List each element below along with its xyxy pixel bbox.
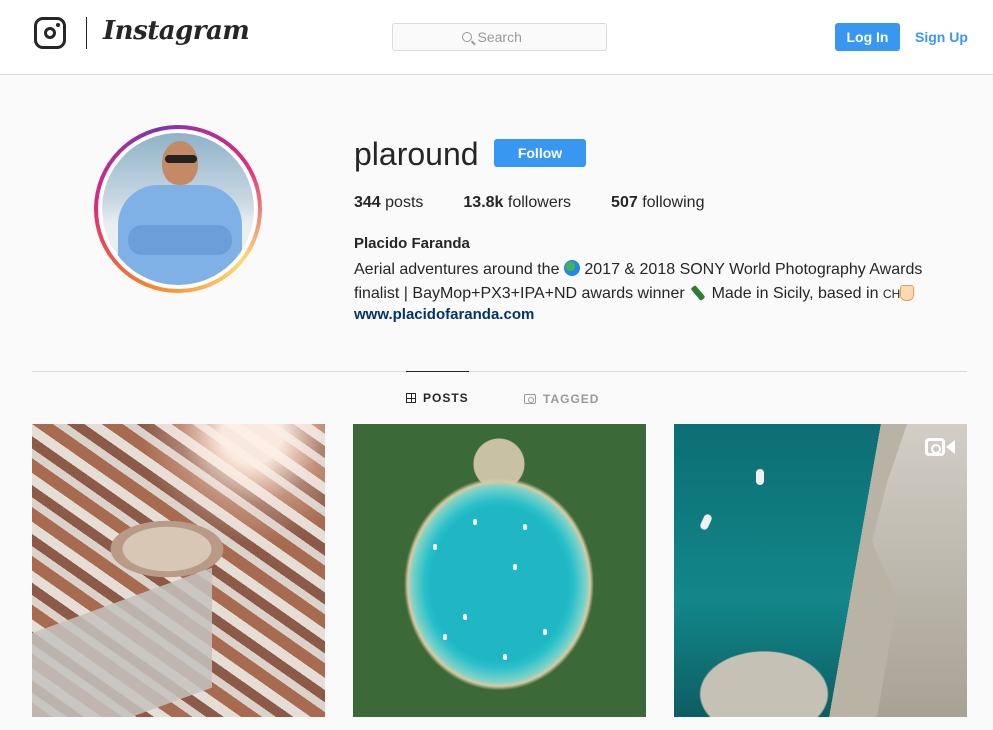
instagram-camera-icon[interactable] <box>34 17 66 49</box>
post-thumbnail[interactable] <box>353 424 646 717</box>
signup-link[interactable]: Sign Up <box>915 29 968 45</box>
video-icon <box>925 436 955 458</box>
globe-emoji-icon <box>563 260 580 276</box>
followers-label: followers <box>507 194 572 211</box>
bio-text-3: Made in Sicily, based in <box>707 285 883 302</box>
profile-bio: Aerial adventures around the 2017 & 2018… <box>354 258 954 306</box>
tabs-divider <box>32 371 967 372</box>
profile-username: plaround <box>354 136 479 172</box>
instagram-wordmark[interactable]: Instagram <box>103 16 250 46</box>
posts-label: posts <box>385 194 424 211</box>
following-label: following <box>642 194 705 211</box>
profile-full-name: Placido Faranda <box>354 235 470 252</box>
profile-avatar <box>102 133 254 285</box>
post-thumbnail[interactable] <box>32 424 325 717</box>
follow-button[interactable]: Follow <box>494 139 586 167</box>
profile-stats: 344 posts 13.8k followers 507 following <box>354 194 744 212</box>
bio-text-4: CH <box>882 287 901 301</box>
nav-divider <box>86 17 87 49</box>
tab-posts[interactable]: POSTS <box>406 371 469 424</box>
hand-emoji-icon <box>900 285 915 301</box>
followers-stat[interactable]: 13.8k followers <box>463 194 571 212</box>
posts-count-stat: 344 posts <box>354 194 423 212</box>
grid-icon <box>406 393 416 403</box>
following-stat[interactable]: 507 following <box>611 194 704 212</box>
bottle-emoji-icon <box>689 283 707 301</box>
tab-tagged-label: TAGGED <box>543 391 600 406</box>
posts-count: 344 <box>354 194 381 211</box>
search-input[interactable] <box>477 29 538 45</box>
bio-text-1: Aerial adventures around the <box>354 261 564 278</box>
following-count: 507 <box>611 194 638 211</box>
tagged-icon <box>524 393 536 404</box>
login-button[interactable]: Log In <box>835 23 900 51</box>
profile-website-link[interactable]: www.placidofaranda.com <box>354 306 534 323</box>
search-icon <box>461 32 472 42</box>
post-thumbnail[interactable] <box>674 424 967 717</box>
followers-count: 13.8k <box>463 194 504 211</box>
tab-tagged[interactable]: TAGGED <box>524 372 599 425</box>
search-box[interactable] <box>392 23 607 51</box>
profile-avatar-story-ring[interactable] <box>94 125 262 293</box>
tab-posts-label: POSTS <box>423 391 469 405</box>
top-nav: Instagram Log In Sign Up <box>0 0 993 75</box>
